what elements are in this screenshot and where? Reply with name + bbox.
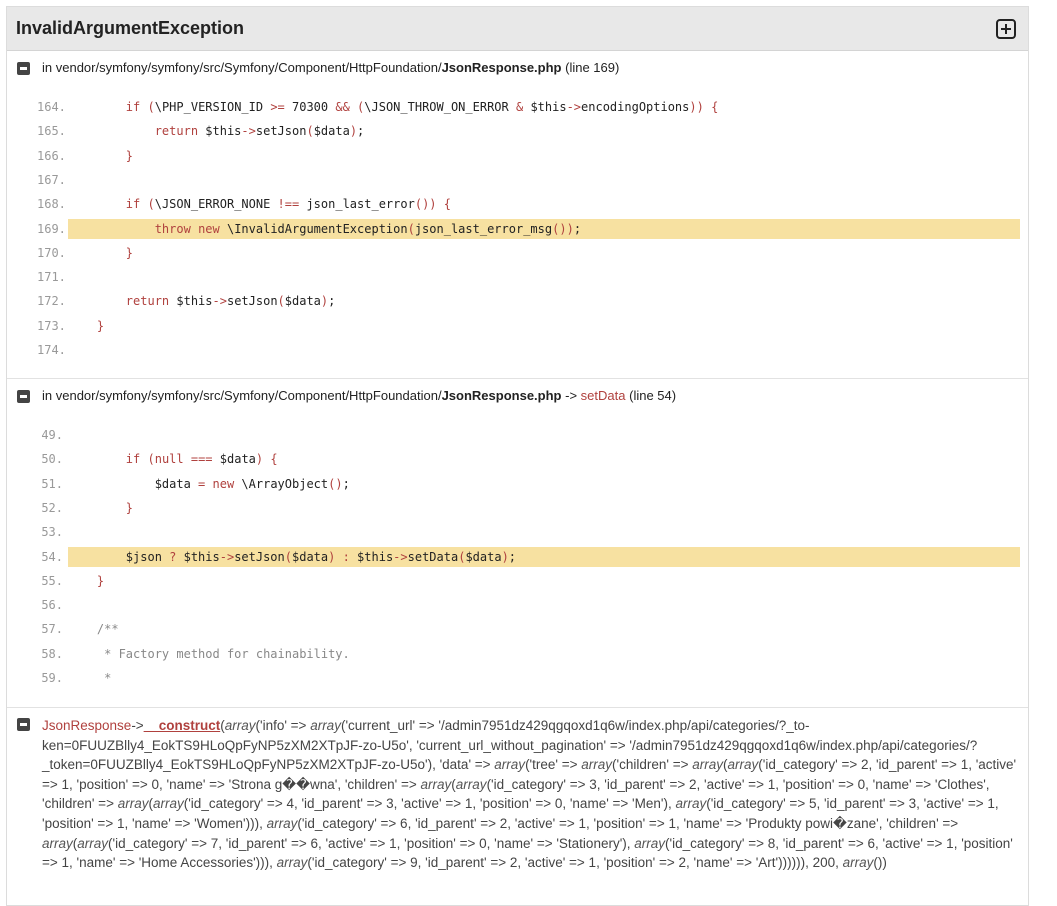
code-text: if (\JSON_ERROR_NONE !== json_last_error… [125,197,451,212]
trace-header[interactable]: in vendor/symfony/symfony/src/Symfony/Co… [7,57,1028,79]
code-line: 55. } [7,571,1030,591]
line-number: 52. [41,500,63,515]
call-arrow: -> [131,718,144,733]
file-name: JsonResponse.php [441,60,562,75]
line-number: 168. [37,197,66,212]
trace-block-3: JsonResponse->__construct(array('info' =… [7,708,1028,898]
code-text: if (\PHP_VERSION_ID >= 70300 && (\JSON_T… [125,100,719,114]
code-text: * [68,671,112,685]
class-name: JsonResponse [42,718,132,733]
line-number: 57. [41,622,63,637]
collapse-icon[interactable] [17,62,30,75]
line-number: 54. [41,549,63,564]
expand-all-icon[interactable] [996,19,1016,39]
line-info: (line 169) [565,60,620,75]
line-number: 173. [37,318,66,333]
code-line-highlighted: 54. $json ? $this->setJson($data) : $thi… [7,546,1030,567]
file-path: in vendor/symfony/symfony/src/Symfony/Co… [42,60,442,75]
line-number: 166. [37,148,66,163]
trace-block-1: in vendor/symfony/symfony/src/Symfony/Co… [7,51,1028,379]
code-text: } [96,573,105,588]
file-name: JsonResponse.php [441,388,562,403]
code-text: * Factory method for chainability. [68,646,350,661]
exception-title: InvalidArgumentException [16,18,245,38]
line-number: 174. [37,343,66,357]
line-number: 167. [37,172,66,187]
exception-panel: InvalidArgumentException in vendor/symfo… [6,6,1029,906]
line-number: 55. [41,573,63,588]
line-number: 59. [41,671,63,685]
line-number: 56. [41,598,63,613]
code-text: return $this->setJson($data); [154,124,365,139]
line-number: 49. [41,428,63,442]
call-arrow: -> [565,388,578,403]
code-text: /** [68,622,119,637]
code-line: 51. $data = new \ArrayObject(); [7,474,1030,494]
code-line: 168. if (\JSON_ERROR_NONE !== json_last_… [7,194,1030,214]
code-line: 58. * Factory method for chainability. [7,644,1030,664]
arguments-text: (array('info' => array('current_url' => … [42,718,1017,871]
code-text: throw new \InvalidArgumentException(json… [68,218,1020,239]
code-line: 171. [7,267,1030,287]
code-text: return $this->setJson($data); [125,294,336,309]
code-line: 174. [7,340,1030,360]
code-line: 165. return $this->setJson($data); [7,121,1030,141]
code-text: } [96,318,105,333]
line-info: (line 54) [629,388,677,403]
file-path: in vendor/symfony/symfony/src/Symfony/Co… [42,388,442,403]
code-line: 164. if (\PHP_VERSION_ID >= 70300 && (\J… [7,97,1030,117]
method-name: __construct [143,718,221,733]
code-text: } [125,148,134,163]
exception-header: InvalidArgumentException [7,7,1028,51]
code-line: 52. } [7,498,1030,518]
code-line: 173. } [7,316,1030,336]
call-arguments: JsonResponse->__construct(array('info' =… [42,716,1017,873]
code-text: $json ? $this->setJson($data) : $this->s… [68,546,1020,567]
line-number: 50. [41,452,63,467]
code-line: 53. [7,522,1030,542]
code-text: } [125,245,134,260]
code-line: 49. [7,425,1030,445]
code-line-highlighted: 169. throw new \InvalidArgumentException… [7,218,1030,239]
code-text: } [125,500,134,515]
line-number: 170. [37,245,66,260]
line-number: 53. [41,525,63,540]
code-line: 172. return $this->setJson($data); [7,291,1030,311]
line-number: 165. [37,124,66,139]
code-text: $data = new \ArrayObject(); [68,476,350,491]
code-line: 57. /** [7,619,1030,639]
line-number: 164. [37,100,66,114]
trace-header[interactable]: in vendor/symfony/symfony/src/Symfony/Co… [7,385,1028,407]
line-number: 51. [41,476,63,491]
collapse-icon[interactable] [17,718,30,731]
line-number: 171. [37,270,66,285]
code-line: 56. [7,595,1030,615]
trace-block-2: in vendor/symfony/symfony/src/Symfony/Co… [7,379,1028,708]
code-text: if (null === $data) { [125,452,278,467]
code-line: 170. } [7,243,1030,263]
line-number: 169. [37,221,66,236]
code-line: 166. } [7,146,1030,166]
method-name: setData [580,388,626,403]
code-line: 50. if (null === $data) { [7,449,1030,469]
collapse-icon[interactable] [17,390,30,403]
line-number: 58. [41,646,63,661]
code-line: 59. * [7,668,1030,688]
code-line: 167. [7,170,1030,190]
line-number: 172. [37,294,66,309]
